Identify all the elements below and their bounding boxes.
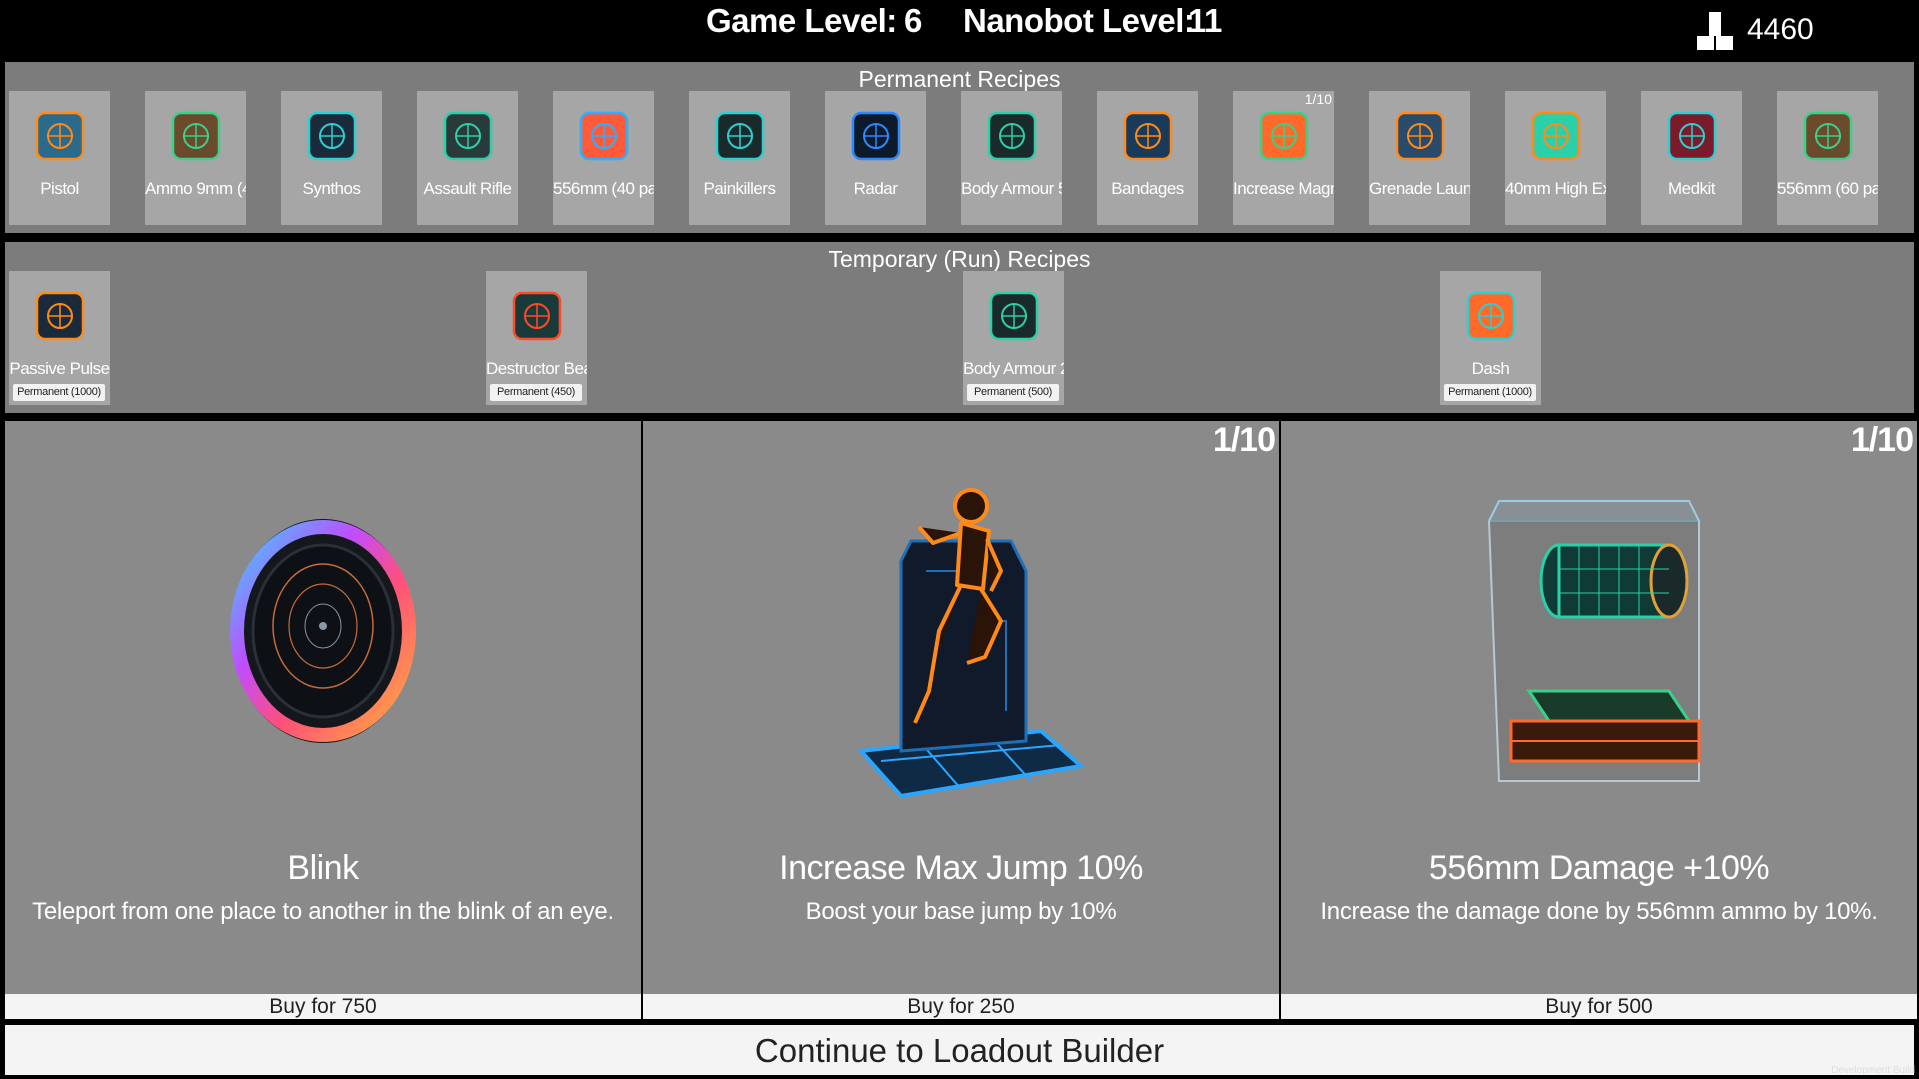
recipe-label: Painkillers (703, 179, 776, 198)
permanent-recipe-tile[interactable]: Synthos (281, 91, 382, 225)
temporary-recipe-tile[interactable]: Body Armour 2 Permanent (500) (963, 271, 1064, 405)
permanent-recipe-tile[interactable]: Body Armour 5 (961, 91, 1062, 225)
offer-counter: 1/10 (1212, 421, 1276, 459)
recipe-count: 1/10 (1304, 91, 1332, 107)
radar-icon (851, 111, 901, 161)
make-permanent-badge[interactable]: Permanent (500) (967, 384, 1059, 401)
magazine-target-icon (1259, 111, 1309, 161)
offer-description: Teleport from one place to another in th… (32, 898, 614, 925)
buy-button-556mm-damage[interactable]: Buy for 500 (1281, 994, 1917, 1019)
temporary-recipes-panel: Temporary (Run) Recipes Passive Pulse Per… (5, 242, 1914, 413)
permanent-recipe-tile[interactable]: 40mm High Ex (1505, 91, 1606, 225)
make-permanent-badge[interactable]: Permanent (450) (490, 384, 582, 401)
permanent-recipe-tile[interactable]: 556mm (40 pa (553, 91, 654, 225)
synthos-figure-icon (307, 111, 357, 161)
recipe-label: Dash (1471, 359, 1510, 378)
offer-description: Increase the damage done by 556mm ammo b… (1320, 898, 1878, 925)
ammo-crate-icon (1803, 111, 1853, 161)
recipe-label: Ammo 9mm (4 (145, 179, 246, 198)
permanent-recipe-tile[interactable]: Medkit (1641, 91, 1742, 225)
permanent-recipe-tile[interactable]: Painkillers (689, 91, 790, 225)
painkillers-icon (715, 111, 765, 161)
offer-counter: 1/10 (1850, 421, 1914, 459)
offer-title: Blink (287, 849, 359, 887)
pulse-icon (35, 291, 85, 341)
recipe-label: Medkit (1667, 179, 1716, 198)
buy-button-blink[interactable]: Buy for 750 (5, 994, 641, 1019)
currency-display: 4460 (1697, 10, 1814, 50)
offer-card-jump[interactable]: 1/10 Increase Max Jump 10% Boost your ba… (643, 421, 1279, 995)
jumping-figure-icon (856, 488, 1086, 799)
nanobot-level-value: 11 (1188, 2, 1222, 39)
recipe-label: Increase Magn (1233, 179, 1334, 198)
permanent-recipe-tile[interactable]: 556mm (60 pa (1777, 91, 1878, 225)
medkit-icon (1667, 111, 1717, 161)
permanent-recipe-tile[interactable]: Bandages (1097, 91, 1198, 225)
temporary-recipe-tile[interactable]: Destructor Bea Permanent (450) (486, 271, 587, 405)
body-armour-icon (987, 111, 1037, 161)
recipe-label: Destructor Bea (486, 359, 587, 378)
recipe-label: 556mm (60 pa (1777, 179, 1878, 198)
recipe-label: Radar (853, 179, 898, 198)
recipe-label: Pistol (40, 179, 79, 198)
blink-orb-icon (230, 519, 416, 743)
make-permanent-badge[interactable]: Permanent (1000) (1444, 384, 1536, 401)
ammo-crate-icon (171, 111, 221, 161)
game-level-value: 6 (904, 2, 922, 39)
offer-card-blink[interactable]: Blink Teleport from one place to another… (5, 421, 641, 995)
temporary-recipe-tile[interactable]: Passive Pulse Permanent (1000) (9, 271, 110, 405)
permanent-recipe-tile[interactable]: Increase Magn 1/10 (1233, 91, 1334, 225)
buy-button-jump[interactable]: Buy for 250 (643, 994, 1279, 1019)
bandages-icon (1123, 111, 1173, 161)
recipe-label: Passive Pulse (9, 359, 110, 378)
nanobot-level-label: Nanobot Level: (963, 2, 1195, 39)
recipe-label: Body Armour 5 (961, 179, 1062, 198)
game-level-label: Game Level: (706, 2, 897, 39)
pistol-icon (35, 111, 85, 161)
grenade-launcher-icon (1395, 111, 1445, 161)
permanent-recipes-title: Permanent Recipes (858, 66, 1061, 92)
recipe-label: Bandages (1111, 179, 1184, 198)
dash-icon (1466, 291, 1516, 341)
recipe-label: Assault Rifle (423, 179, 512, 198)
continue-button[interactable]: Continue to Loadout Builder (5, 1025, 1914, 1075)
top-bar: Game Level: 6 Nanobot Level: 11 4460 (0, 0, 1919, 60)
permanent-recipes-panel: Permanent Recipes Pistol Ammo 9mm (4 Syn… (5, 62, 1914, 233)
permanent-recipe-tile[interactable]: Assault Rifle (417, 91, 518, 225)
temporary-recipes-title: Temporary (Run) Recipes (828, 246, 1091, 272)
offer-title: 556mm Damage +10% (1428, 849, 1770, 887)
make-permanent-badge[interactable]: Permanent (1000) (13, 384, 105, 401)
recipe-label: Synthos (302, 179, 361, 198)
recipe-label: Body Armour 2 (963, 359, 1064, 378)
recipe-label: Grenade Launc (1369, 179, 1470, 198)
dev-build-watermark: Development Build (1831, 1065, 1915, 1076)
explosive-cube-icon (1531, 111, 1581, 161)
recipe-label: 556mm (40 pa (553, 179, 654, 198)
offer-description: Boost your base jump by 10% (805, 898, 1117, 925)
destructor-beam-icon (512, 291, 562, 341)
temporary-recipe-tile[interactable]: Dash Permanent (1000) (1440, 271, 1541, 405)
ammo-cylinder-icon (1487, 500, 1701, 782)
offer-card-556mm-damage[interactable]: 1/10 556mm Damage +10% Increase the dama… (1281, 421, 1917, 995)
recipe-label: 40mm High Ex (1505, 179, 1606, 198)
assault-rifle-icon (443, 111, 493, 161)
permanent-recipe-tile[interactable]: Pistol (9, 91, 110, 225)
currency-amount: 4460 (1747, 13, 1814, 46)
offer-title: Increase Max Jump 10% (779, 849, 1143, 887)
body-armour-icon (989, 291, 1039, 341)
permanent-recipe-tile[interactable]: Grenade Launc (1369, 91, 1470, 225)
ammo-cube-icon (579, 111, 629, 161)
permanent-recipe-tile[interactable]: Radar (825, 91, 926, 225)
permanent-recipe-tile[interactable]: Ammo 9mm (4 (145, 91, 246, 225)
blocks-icon (1697, 12, 1733, 50)
